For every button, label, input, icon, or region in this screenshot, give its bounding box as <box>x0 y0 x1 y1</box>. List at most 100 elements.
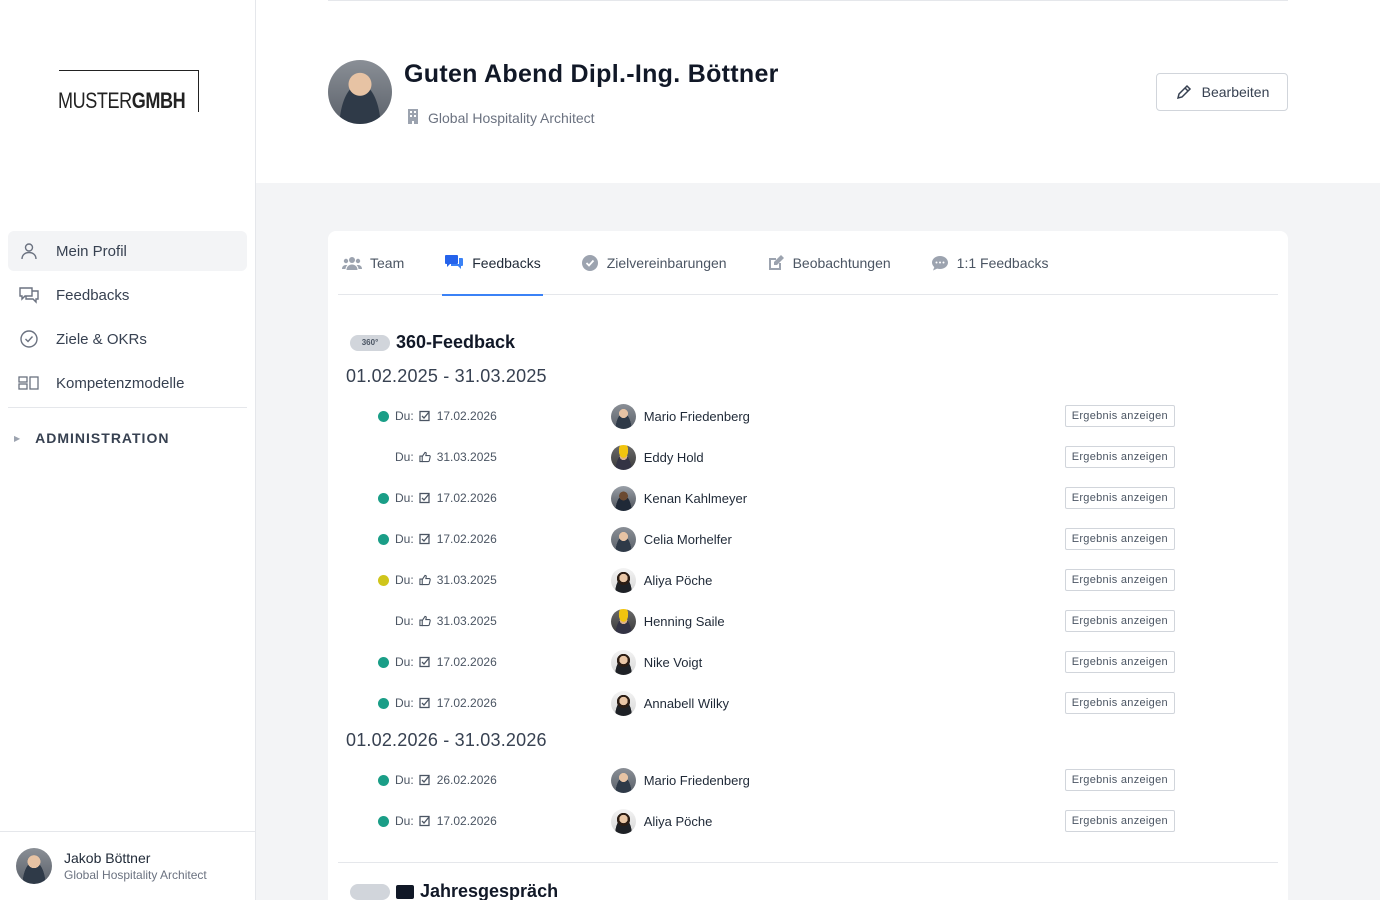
avatar <box>610 567 636 593</box>
feedback-date: 31.03.2025 <box>436 614 497 628</box>
briefcase-icon <box>396 884 414 899</box>
profile-role: Global Hospitality Architect <box>406 108 595 127</box>
feedback-person: Nike Voigt <box>610 649 1065 675</box>
show-result-button[interactable]: Ergebnis anzeigen <box>1064 446 1175 468</box>
current-user[interactable]: Jakob Böttner Global Hospitality Archite… <box>0 831 256 900</box>
status-dot <box>378 533 389 545</box>
show-result-button[interactable]: Ergebnis anzeigen <box>1064 528 1175 550</box>
tab-zielvereinbarungen[interactable]: Zielvereinbarungen <box>579 231 729 295</box>
checkbox-icon <box>419 656 431 668</box>
feedback-date: 31.03.2025 <box>436 450 497 464</box>
sidebar: MUSTERGMBH Mein Profil Feedbacks Ziele &… <box>0 0 256 900</box>
period-range: 01.02.2026 - 31.03.2026 <box>346 730 547 750</box>
person-name: Mario Friedenberg <box>643 772 750 788</box>
sidebar-nav: Mein Profil Feedbacks Ziele & OKRs Kompe… <box>8 231 247 468</box>
check-circle-icon <box>581 254 599 272</box>
checkbox-icon <box>419 697 431 709</box>
feedback-person: Kenan Kahlmeyer <box>610 485 1065 511</box>
avatar <box>610 485 636 511</box>
feedback-person: Eddy Hold <box>610 444 1065 470</box>
check-circle-icon <box>18 328 40 350</box>
feedback-date: 17.02.2026 <box>436 655 497 669</box>
person-name: Mario Friedenberg <box>643 408 750 424</box>
edit-button[interactable]: Bearbeiten <box>1156 73 1288 111</box>
checkbox-icon <box>419 533 431 545</box>
show-result-button[interactable]: Ergebnis anzeigen <box>1064 769 1175 791</box>
show-result-button[interactable]: Ergebnis anzeigen <box>1064 651 1175 673</box>
page-title: Guten Abend Dipl.-Ing. Böttner <box>404 60 779 88</box>
tab-feedbacks[interactable]: Feedbacks <box>442 231 544 296</box>
table-row: Du: 31.03.2025 Henning Saile Ergebnis anzei… <box>378 608 1184 634</box>
sidebar-item-feedbacks[interactable]: Feedbacks <box>8 275 247 315</box>
caret-right-icon: ▶ <box>14 433 22 443</box>
status-dot <box>378 616 389 627</box>
chat-icon <box>18 284 40 306</box>
tab-label: Beobachtungen <box>792 255 891 271</box>
sidebar-item-label: Feedbacks <box>56 286 130 304</box>
tab-label: Team <box>370 255 405 271</box>
status-dot <box>378 574 389 586</box>
comment-icon <box>931 254 949 272</box>
sidebar-item-label: Kompetenzmodelle <box>56 374 185 392</box>
avatar <box>16 848 52 884</box>
du-label: Du: <box>395 573 414 587</box>
show-result-button[interactable]: Ergebnis anzeigen <box>1064 692 1175 714</box>
checkbox-icon <box>419 492 431 504</box>
show-result-button[interactable]: Ergebnis anzeigen <box>1064 569 1175 591</box>
status-dot <box>378 452 389 463</box>
table-row: Du: 26.02.2026 Mario Friedenberg Ergebnis a… <box>378 767 1184 793</box>
person-name: Aliya Pöche <box>643 813 713 829</box>
feedback-person: Celia Morhelfer <box>610 526 1065 552</box>
sidebar-item-administration[interactable]: ▶ ADMINISTRATION <box>8 408 247 468</box>
people-exchange-icon <box>350 883 390 900</box>
tab-beobachtungen[interactable]: Beobachtungen <box>765 231 893 295</box>
du-label: Du: <box>395 532 414 546</box>
table-row: Du: 31.03.2025 Eddy Hold Ergebnis anzeigen <box>378 444 1184 470</box>
person-name: Celia Morhelfer <box>643 531 732 547</box>
feedback-date: 17.02.2026 <box>436 409 497 423</box>
current-user-role: Global Hospitality Architect <box>64 868 207 882</box>
section-title: Jahresgespräch <box>420 881 559 900</box>
badge-360-icon: 360° <box>350 334 390 351</box>
feedback-person: Annabell Wilky <box>610 690 1065 716</box>
avatar <box>610 403 636 429</box>
feedback-date: 31.03.2025 <box>436 573 497 587</box>
chat-bubbles-icon <box>444 254 464 272</box>
avatar <box>610 767 636 793</box>
status-dot <box>378 774 389 786</box>
show-result-button[interactable]: Ergebnis anzeigen <box>1064 405 1175 427</box>
table-row: Du: 17.02.2026 Celia Morhelfer Ergebnis anz… <box>378 526 1184 552</box>
feedback-person: Aliya Pöche <box>610 808 1065 834</box>
du-label: Du: <box>395 696 414 710</box>
du-label: Du: <box>395 614 414 628</box>
table-row: Du: 17.02.2026 Mario Friedenberg Ergebnis a… <box>378 403 1184 429</box>
sidebar-item-kompetenzmodelle[interactable]: Kompetenzmodelle <box>8 363 247 403</box>
profile-avatar <box>328 60 392 124</box>
logo-text: MUSTERGMBH <box>58 88 186 114</box>
avatar <box>610 608 636 634</box>
sidebar-item-ziele-okrs[interactable]: Ziele & OKRs <box>8 319 247 359</box>
checkbox-icon <box>419 815 431 827</box>
status-dot <box>378 656 389 668</box>
company-logo[interactable]: MUSTERGMBH <box>58 70 199 114</box>
du-label: Du: <box>395 773 414 787</box>
table-row: Du: 17.02.2026 Aliya Pöche Ergebnis anzeige… <box>378 808 1184 834</box>
person-name: Kenan Kahlmeyer <box>643 490 748 506</box>
feedback-person: Mario Friedenberg <box>610 767 1065 793</box>
sidebar-item-mein-profil[interactable]: Mein Profil <box>8 231 247 271</box>
tab-1on1-feedbacks[interactable]: 1:1 Feedbacks <box>929 231 1051 295</box>
show-result-button[interactable]: Ergebnis anzeigen <box>1064 810 1175 832</box>
du-label: Du: <box>395 450 414 464</box>
section-jahresgespraech: Jahresgespräch <box>350 881 558 900</box>
person-name: Henning Saile <box>643 613 725 629</box>
thumbs-up-icon <box>419 574 431 586</box>
blocks-icon <box>18 372 40 394</box>
logo-gmbh: GMBH <box>131 88 186 113</box>
thumbs-up-icon <box>419 451 431 463</box>
avatar <box>610 808 636 834</box>
show-result-button[interactable]: Ergebnis anzeigen <box>1064 610 1175 632</box>
section-360-feedback: 360° 360-Feedback <box>350 332 515 353</box>
sidebar-item-label: Ziele & OKRs <box>56 330 147 348</box>
tab-team[interactable]: Team <box>340 231 406 295</box>
show-result-button[interactable]: Ergebnis anzeigen <box>1064 487 1175 509</box>
